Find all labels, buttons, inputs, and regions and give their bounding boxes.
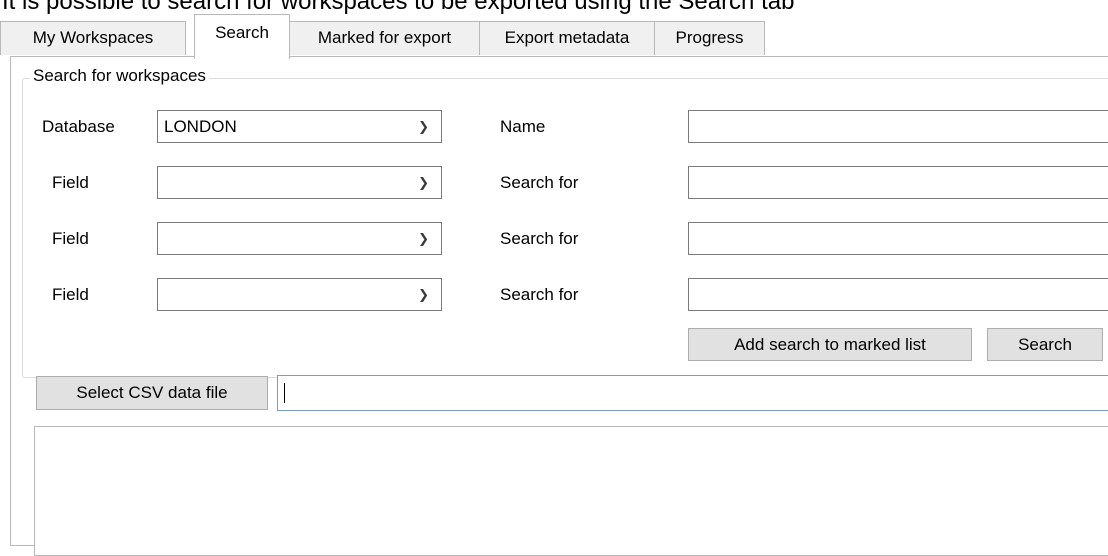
chevron-down-icon: ❯ (418, 287, 429, 302)
field-select-1[interactable]: ❯ (157, 166, 442, 199)
database-select[interactable]: LONDON ❯ (157, 110, 442, 143)
search-for-input-3[interactable] (688, 278, 1108, 311)
database-label: Database (42, 117, 115, 136)
field-label-1: Field (52, 173, 89, 192)
search-button[interactable]: Search (987, 328, 1103, 361)
database-select-value: LONDON (164, 117, 237, 136)
name-input[interactable] (688, 110, 1108, 143)
search-for-label-3: Search for (500, 285, 579, 304)
text-caret (284, 383, 285, 403)
tab-search[interactable]: Search (194, 14, 290, 59)
tab-progress[interactable]: Progress (654, 21, 765, 55)
chevron-down-icon: ❯ (418, 119, 429, 134)
tab-marked-for-export[interactable]: Marked for export (289, 21, 480, 55)
results-area[interactable] (34, 426, 1108, 556)
search-for-input-2[interactable] (688, 222, 1108, 255)
search-for-label-2: Search for (500, 229, 579, 248)
add-search-to-marked-list-button[interactable]: Add search to marked list (688, 328, 972, 361)
field-select-3[interactable]: ❯ (157, 278, 442, 311)
select-csv-data-file-button[interactable]: Select CSV data file (36, 376, 268, 410)
search-for-label-1: Search for (500, 173, 579, 192)
field-label-3: Field (52, 285, 89, 304)
tab-strip: My Workspaces Search Marked for export E… (0, 0, 1108, 59)
tab-export-metadata[interactable]: Export metadata (479, 21, 655, 55)
field-select-2[interactable]: ❯ (157, 222, 442, 255)
search-groupbox-title: Search for workspaces (30, 66, 209, 86)
name-label: Name (500, 117, 546, 136)
search-for-input-1[interactable] (688, 166, 1108, 199)
field-label-2: Field (52, 229, 89, 248)
csv-path-input[interactable] (277, 375, 1108, 411)
chevron-down-icon: ❯ (418, 231, 429, 246)
chevron-down-icon: ❯ (418, 175, 429, 190)
tab-my-workspaces[interactable]: My Workspaces (0, 21, 186, 55)
